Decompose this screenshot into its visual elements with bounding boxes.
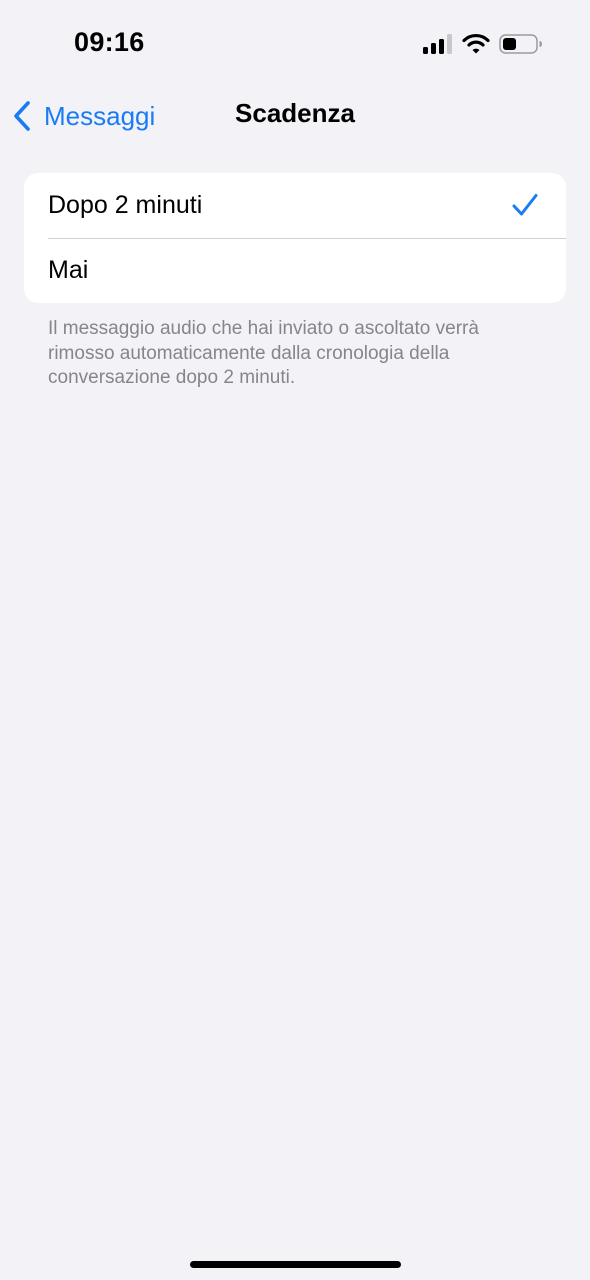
option-label: Dopo 2 minuti <box>48 191 203 219</box>
option-after-2-minutes[interactable]: Dopo 2 minuti <box>24 173 566 238</box>
option-label: Mai <box>48 256 89 284</box>
checkmark-icon <box>512 194 538 216</box>
battery-icon <box>499 34 542 54</box>
expiration-options-list: Dopo 2 minuti Mai <box>24 173 566 303</box>
option-never[interactable]: Mai <box>24 238 566 303</box>
page-title: Scadenza <box>235 98 355 128</box>
cellular-signal-icon <box>423 34 452 54</box>
home-indicator[interactable] <box>190 1261 401 1268</box>
navigation-bar: Messaggi Scadenza <box>0 88 590 142</box>
wifi-icon <box>462 33 490 54</box>
status-time: 09:16 <box>74 27 145 57</box>
expiration-footer-note: Il messaggio audio che hai inviato o asc… <box>48 318 479 388</box>
status-bar: 09:16 <box>0 0 590 88</box>
